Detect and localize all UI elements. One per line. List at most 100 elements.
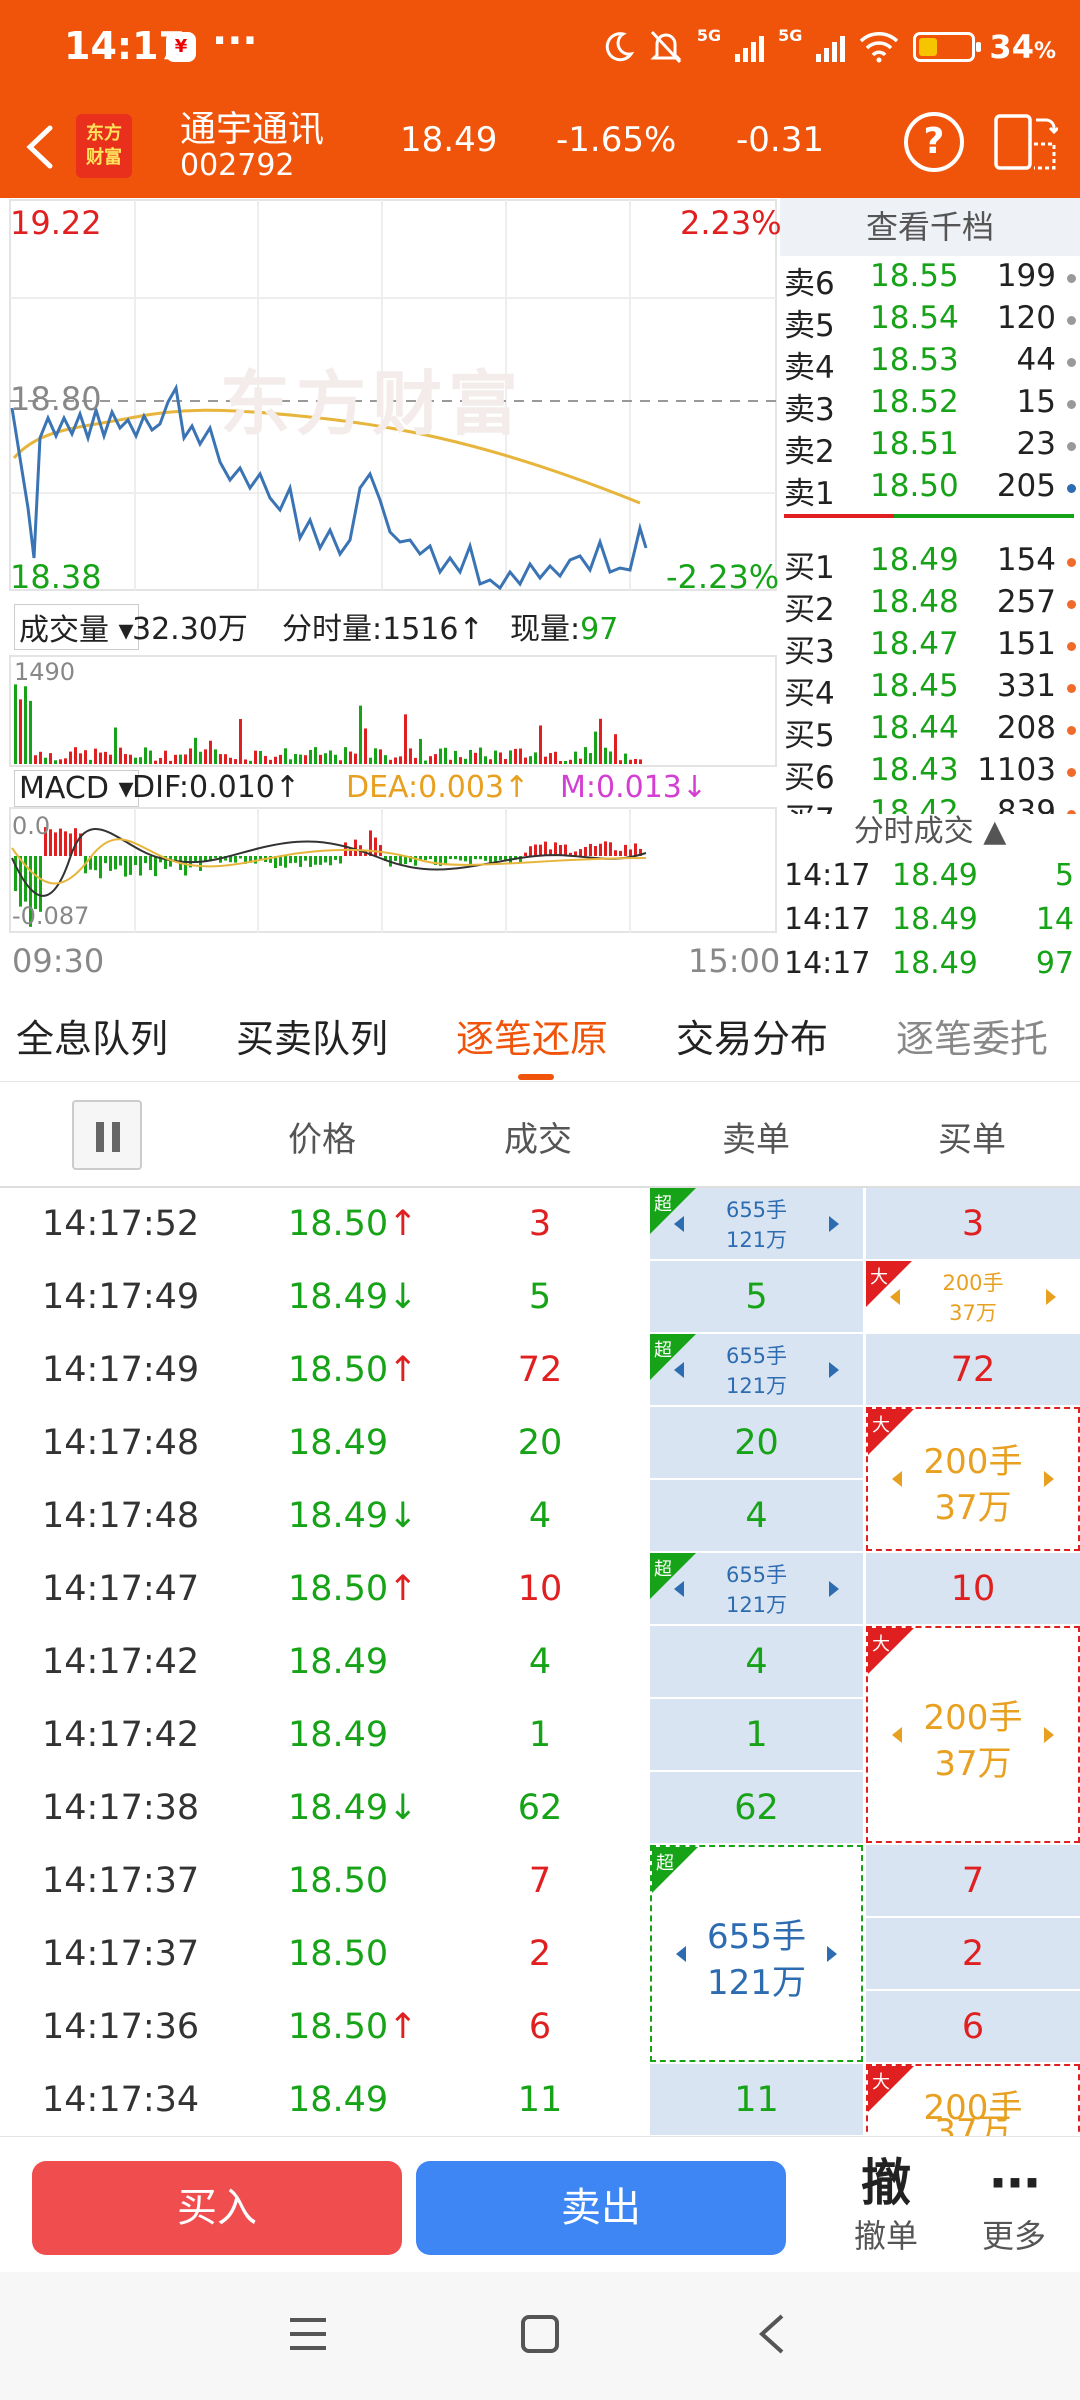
bid-row[interactable]: 买2 18.48 257 (780, 584, 1080, 628)
buy-order-cell[interactable]: 10 (866, 1553, 1080, 1626)
buy-order-volume: 7 (961, 1861, 985, 1901)
buy-order-merged-block[interactable]: 大 200手 37万 (866, 2064, 1080, 2136)
tab-tick-restore[interactable]: 逐笔还原 (456, 1008, 608, 1063)
tick-time: 14:17 (784, 946, 871, 981)
ask-volume: 15 (1016, 384, 1056, 420)
tab-trade-distribution[interactable]: 交易分布 (676, 1008, 828, 1063)
bid-row[interactable]: 买6 18.43 1103 (780, 752, 1080, 796)
more-icon: ··· (988, 2154, 1042, 2212)
row-price: 18.50 (288, 1861, 389, 1901)
macd-selector[interactable]: MACD ▾ (14, 770, 139, 807)
signal-bars-icon (735, 32, 765, 62)
sell-order-cell[interactable]: 4 (650, 1626, 863, 1699)
volume-selector[interactable]: 成交量 ▾ (14, 604, 139, 650)
buy-order-badge-cell[interactable]: 大 200手 37万 (866, 1261, 1080, 1334)
ask-price: 18.53 (870, 342, 959, 378)
tab-bid-ask-queue[interactable]: 买卖队列 (236, 1008, 388, 1063)
bid-row[interactable]: 买4 18.45 331 (780, 668, 1080, 712)
back-arrow-icon[interactable] (22, 124, 62, 170)
order-amount: 121万 (725, 1228, 788, 1252)
bid-price: 18.49 (870, 542, 959, 578)
help-icon[interactable]: ? (904, 112, 964, 172)
bid-row[interactable]: 买3 18.47 151 (780, 626, 1080, 670)
more-label: 更多 (981, 2217, 1046, 2255)
sell-order-cell[interactable]: 11 (650, 2064, 863, 2136)
view-full-depth-button[interactable]: 查看千档 (780, 198, 1080, 256)
sell-order-badge-cell[interactable]: 超 655手 121万 (650, 1188, 863, 1261)
row-time: 14:17:36 (42, 2007, 200, 2047)
notification-app-icon: ¥ (166, 32, 196, 62)
ask-dot-icon (1067, 358, 1076, 367)
buy-order-cell[interactable]: 72 (866, 1334, 1080, 1407)
stock-change-pct: -1.65% (556, 120, 677, 160)
bid-volume: 151 (996, 626, 1056, 662)
col-sell-order: 卖单 (722, 1120, 790, 1160)
buy-order-merged-block[interactable]: 大 200手 37万 (866, 1407, 1080, 1551)
bid-volume: 331 (996, 668, 1056, 704)
ask-row[interactable]: 卖2 18.51 23 (780, 426, 1080, 470)
volume-total: 32.30万 (132, 612, 248, 647)
macd-bottom: -0.087 (12, 902, 90, 930)
row-volume: 6 (528, 2007, 552, 2047)
signal-5g-2: 5G (778, 25, 803, 45)
bid-label: 买2 (784, 592, 835, 628)
macd-m: M:0.013↓ (560, 770, 708, 805)
order-amount: 121万 (725, 1374, 788, 1398)
ask-row[interactable]: 卖3 18.52 15 (780, 384, 1080, 428)
sell-button[interactable]: 卖出 (416, 2161, 786, 2255)
bid-price: 18.44 (870, 710, 959, 746)
row-price: 18.50↑ (288, 2007, 418, 2047)
ask-row[interactable]: 卖6 18.55 199 (780, 258, 1080, 302)
bid-label: 买6 (784, 760, 835, 796)
sell-order-cell[interactable]: 20 (650, 1407, 863, 1480)
row-time: 14:17:52 (42, 1204, 200, 1244)
tab-full-queue[interactable]: 全息队列 (16, 1008, 168, 1063)
row-time: 14:17:48 (42, 1423, 200, 1463)
ask-volume: 120 (996, 300, 1056, 336)
intraday-chart[interactable]: 19.22 2.23% 18.80 18.38 -2.23% 东方财富 成交量 … (0, 198, 782, 988)
buy-order-cell[interactable]: 7 (866, 1845, 1080, 1918)
tab-tick-orders[interactable]: 逐笔委托 (896, 1008, 1048, 1063)
ask-dot-icon (1067, 400, 1076, 409)
macd-dif: DIF:0.010↑ (132, 770, 301, 805)
landscape-toggle-icon[interactable] (994, 110, 1058, 172)
menu-icon[interactable] (288, 2316, 328, 2352)
chart-high-price: 19.22 (10, 204, 102, 242)
tick-price: 18.49 (892, 946, 978, 981)
ask-row[interactable]: 卖1 18.50 205 (780, 468, 1080, 512)
sell-order-cell[interactable]: 1 (650, 1699, 863, 1772)
sell-order-merged-block[interactable]: 超 655手 121万 (650, 1845, 863, 2062)
row-price: 18.49 (288, 1715, 389, 1755)
sell-order-badge-cell[interactable]: 超 655手 121万 (650, 1334, 863, 1407)
sell-order-cell[interactable]: 4 (650, 1480, 863, 1553)
sell-order-volume: 11 (734, 2080, 779, 2120)
sell-order-cell[interactable]: 62 (650, 1772, 863, 1845)
cancel-order-button[interactable]: 撤 撤单 (838, 2155, 934, 2257)
row-price: 18.49 (288, 1642, 389, 1682)
ask-row[interactable]: 卖5 18.54 120 (780, 300, 1080, 344)
buy-order-cell[interactable]: 2 (866, 1918, 1080, 1991)
buy-order-cell[interactable]: 6 (866, 1991, 1080, 2064)
row-volume: 62 (517, 1788, 563, 1828)
buy-button[interactable]: 买入 (32, 2161, 402, 2255)
buy-order-merged-block[interactable]: 大 200手 37万 (866, 1626, 1080, 1843)
sell-order-cell[interactable]: 5 (650, 1261, 863, 1334)
ask-row[interactable]: 卖4 18.53 44 (780, 342, 1080, 386)
macd-info: MACD ▾ DIF:0.010↑ DEA:0.003↑ M:0.013↓ (0, 770, 778, 810)
order-amount: 37万 (934, 2112, 1012, 2136)
sell-order-badge-cell[interactable]: 超 655手 121万 (650, 1553, 863, 1626)
pause-icon[interactable] (72, 1100, 142, 1170)
tick-trades-header[interactable]: 分时成交 ▲ (780, 806, 1080, 852)
tick-volume: 14 (1035, 902, 1074, 937)
bid-row[interactable]: 买1 18.49 154 (780, 542, 1080, 586)
buy-order-cell[interactable]: 3 (866, 1188, 1080, 1261)
bid-price: 18.43 (870, 752, 959, 788)
more-button[interactable]: ··· 更多 (966, 2155, 1062, 2257)
stock-price: 18.49 (400, 120, 498, 160)
row-time: 14:17:42 (42, 1715, 200, 1755)
tick-table[interactable]: 14:17:52 18.50↑ 3 14:17:49 18.49↓ 5 14:17:… (0, 1188, 1080, 2136)
home-icon[interactable] (520, 2314, 560, 2354)
bid-row[interactable]: 买5 18.44 208 (780, 710, 1080, 754)
order-amount: 121万 (707, 1962, 806, 2003)
nav-back-icon[interactable] (756, 2312, 786, 2356)
